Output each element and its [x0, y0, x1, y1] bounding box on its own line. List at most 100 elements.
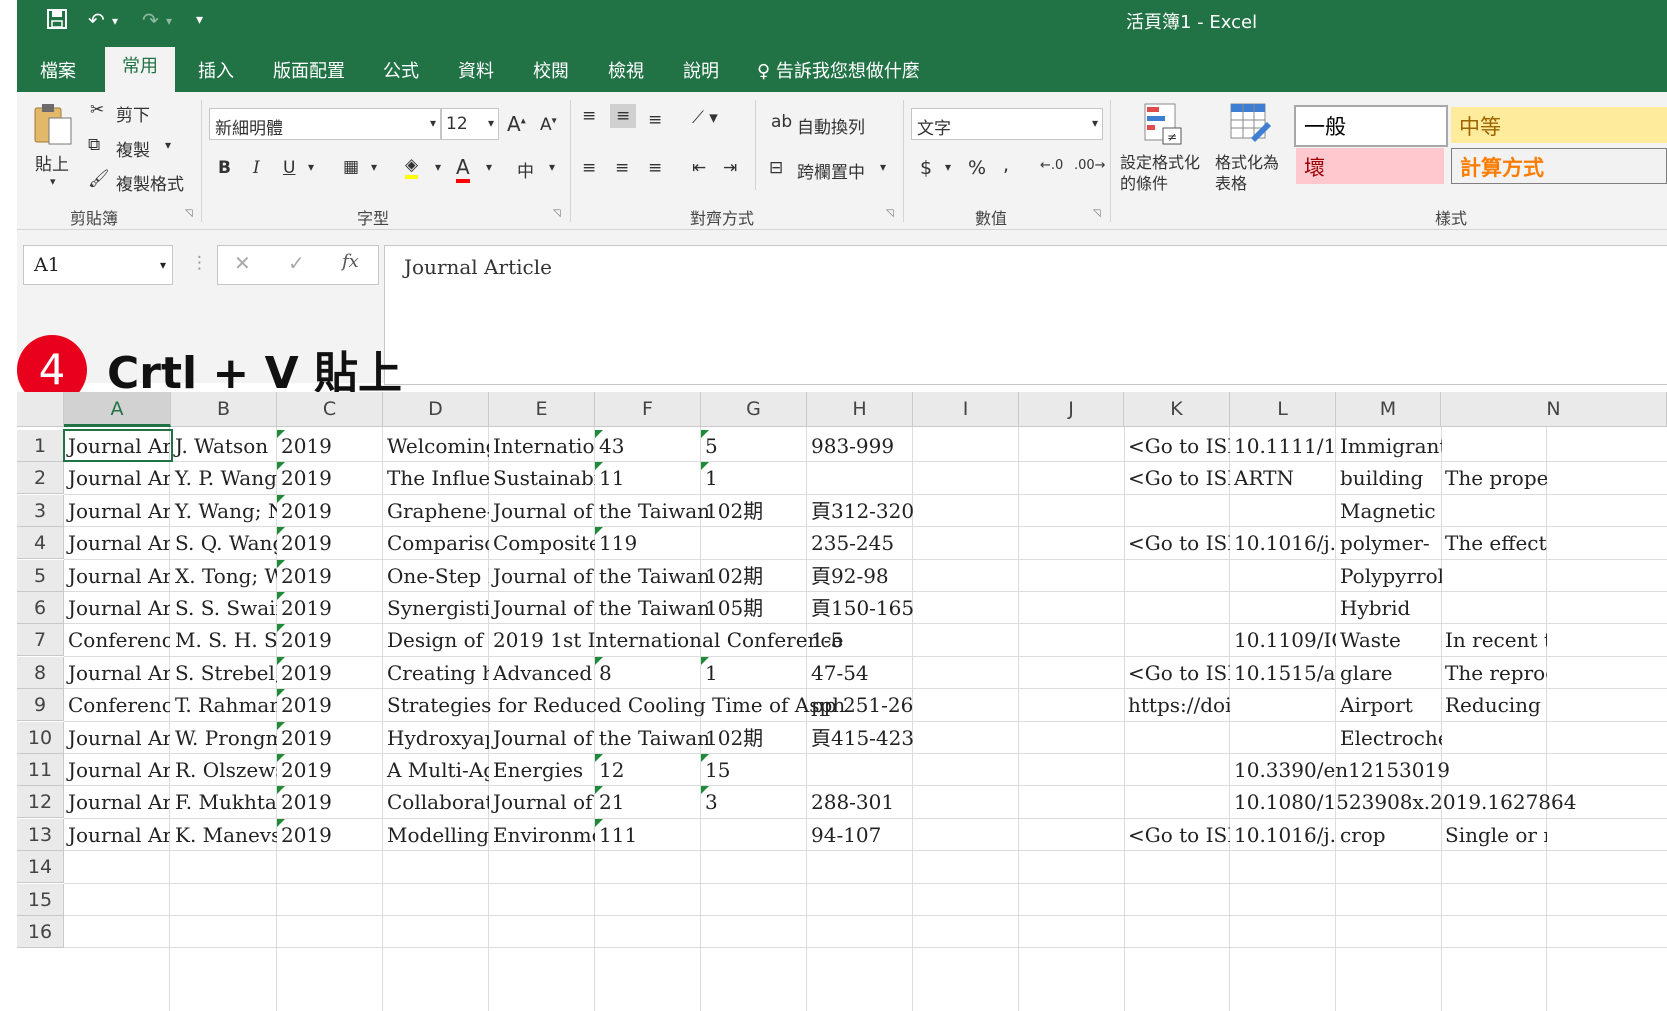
cell-d1[interactable]: Welcoming	[383, 430, 489, 462]
cell-m9[interactable]: Airport	[1336, 689, 1442, 721]
align-middle-icon[interactable]: ≡	[610, 104, 637, 128]
cell-d4[interactable]: Compariso:	[383, 527, 489, 559]
row-header-5[interactable]: 5	[17, 559, 64, 592]
format-painter-button[interactable]: 複製格式	[116, 170, 184, 195]
cell-b3[interactable]: Y. Wang; N	[171, 495, 277, 527]
cell-c11[interactable]: 2019	[277, 754, 383, 786]
font-launcher-icon[interactable]: ◹	[553, 208, 561, 219]
cell-e4[interactable]: Composites	[489, 527, 595, 559]
font-color-dropdown-icon[interactable]: ▾	[486, 160, 492, 174]
cell-k2[interactable]: <Go to ISI>	[1124, 462, 1230, 494]
cell-e13[interactable]: Environme	[489, 819, 595, 851]
style-calculation[interactable]: 計算方式	[1451, 148, 1667, 184]
cell-m10[interactable]: Electroche	[1336, 722, 1442, 754]
row-header-7[interactable]: 7	[17, 624, 64, 657]
border-dropdown-icon[interactable]: ▾	[371, 160, 377, 174]
row-header-14[interactable]: 14	[17, 851, 64, 884]
row-header-6[interactable]: 6	[17, 592, 64, 624]
column-header-c[interactable]: C	[277, 392, 383, 427]
cell-d3[interactable]: Graphene-I	[383, 495, 489, 527]
percent-button[interactable]: %	[968, 157, 986, 179]
cancel-icon[interactable]: ✕	[234, 251, 251, 275]
cell-n2[interactable]: The propertie	[1441, 462, 1547, 494]
clipboard-launcher-icon[interactable]: ◹	[185, 208, 193, 219]
tab-insert[interactable]: 插入	[198, 57, 234, 83]
column-header-h[interactable]: H	[807, 392, 913, 427]
increase-font-size-icon[interactable]: A▴	[507, 112, 526, 136]
cell-c6[interactable]: 2019	[277, 592, 383, 624]
phonetic-dropdown-icon[interactable]: ▾	[549, 160, 555, 174]
cell-d7[interactable]: Design of a	[383, 624, 489, 656]
cell-a12[interactable]: Journal Art	[64, 786, 170, 818]
cell-f4[interactable]: 119	[595, 527, 701, 559]
cell-d11[interactable]: A Multi-Ag	[383, 754, 489, 786]
cell-n9[interactable]: Reducing the	[1441, 689, 1547, 721]
cell-b1[interactable]: J. Watson	[171, 430, 277, 462]
cell-b12[interactable]: F. Mukhtar	[171, 786, 277, 818]
cell-l7[interactable]: 10.1109/IC	[1230, 624, 1336, 656]
cell-d8[interactable]: Creating hi	[383, 657, 489, 689]
cell-g11[interactable]: 15	[701, 754, 807, 786]
conditional-formatting-icon[interactable]: ≠	[1143, 102, 1185, 148]
cell-k13[interactable]: <Go to ISI>	[1124, 819, 1230, 851]
format-as-table-icon[interactable]	[1229, 102, 1273, 148]
cell-f8[interactable]: 8	[595, 657, 701, 689]
column-header-f[interactable]: F	[595, 392, 701, 427]
cell-h8[interactable]: 47-54	[807, 657, 913, 689]
cell-e12[interactable]: Journal of :	[489, 786, 595, 818]
cell-c9[interactable]: 2019	[277, 689, 383, 721]
cell-b7[interactable]: M. S. H. Su	[171, 624, 277, 656]
cell-d13[interactable]: Modelling :	[383, 819, 489, 851]
format-painter-icon[interactable]: 🖌	[88, 169, 110, 189]
cell-b13[interactable]: K. Manevs	[171, 819, 277, 851]
row-header-3[interactable]: 3	[17, 494, 64, 527]
cell-l1[interactable]: 10.1111/14	[1230, 430, 1336, 462]
cell-c10[interactable]: 2019	[277, 722, 383, 754]
row-header-15[interactable]: 15	[17, 883, 64, 916]
row-header-1[interactable]: 1	[17, 430, 64, 462]
tab-file[interactable]: 檔案	[40, 57, 76, 83]
decrease-decimal-icon[interactable]: .00→	[1074, 158, 1106, 173]
cell-f11[interactable]: 12	[595, 754, 701, 786]
italic-button[interactable]: I	[253, 158, 260, 178]
tab-page-layout[interactable]: 版面配置	[273, 57, 345, 83]
cut-button[interactable]: 剪下	[116, 101, 150, 126]
border-icon[interactable]: ▦	[343, 157, 359, 177]
cell-k1[interactable]: <Go to ISI>	[1124, 430, 1230, 462]
select-all-corner[interactable]	[17, 392, 64, 427]
cell-f2[interactable]: 11	[595, 462, 701, 494]
copy-dropdown-icon[interactable]: ▾	[165, 138, 171, 152]
cell-k9[interactable]: https://doi.	[1124, 689, 1230, 721]
cell-b9[interactable]: T. Rahman	[171, 689, 277, 721]
cell-g12[interactable]: 3	[701, 786, 807, 818]
cell-a9[interactable]: Conference	[64, 689, 170, 721]
cell-a8[interactable]: Journal Art	[64, 657, 170, 689]
column-header-m[interactable]: M	[1336, 392, 1441, 427]
paste-button[interactable]: 貼上	[35, 150, 69, 175]
increase-indent-icon[interactable]: ⇥	[723, 158, 737, 178]
cell-m4[interactable]: polymer-	[1336, 527, 1442, 559]
cell-d12[interactable]: Collaborati	[383, 786, 489, 818]
merge-dropdown-icon[interactable]: ▾	[880, 160, 886, 174]
insert-function-button[interactable]: fx	[342, 251, 359, 272]
fill-color-icon[interactable]: ◈	[405, 155, 419, 179]
bold-button[interactable]: B	[218, 158, 231, 178]
cell-f13[interactable]: 111	[595, 819, 701, 851]
cell-a2[interactable]: Journal Art	[64, 462, 170, 494]
column-header-b[interactable]: B	[171, 392, 277, 427]
cell-h1[interactable]: 983-999	[807, 430, 913, 462]
cell-l4[interactable]: 10.1016/j.c	[1230, 527, 1336, 559]
cell-a5[interactable]: Journal Art	[64, 560, 170, 592]
cell-n4[interactable]: The effects of	[1441, 527, 1547, 559]
save-icon[interactable]	[46, 8, 68, 35]
currency-dropdown-icon[interactable]: ▾	[945, 160, 951, 174]
cell-l11[interactable]: 10.3390/en12153019	[1230, 754, 1450, 786]
number-format-select[interactable]: 文字 ▾	[911, 108, 1103, 140]
cell-e3[interactable]: Journal of the Taiwan	[489, 495, 710, 527]
column-header-j[interactable]: J	[1019, 392, 1124, 427]
formula-input[interactable]: Journal Article	[384, 245, 1667, 385]
alignment-launcher-icon[interactable]: ◹	[886, 208, 894, 219]
cell-h3[interactable]: 頁312-320	[807, 495, 913, 527]
cell-g6[interactable]: 105期	[701, 592, 807, 624]
cell-c2[interactable]: 2019	[277, 462, 383, 494]
